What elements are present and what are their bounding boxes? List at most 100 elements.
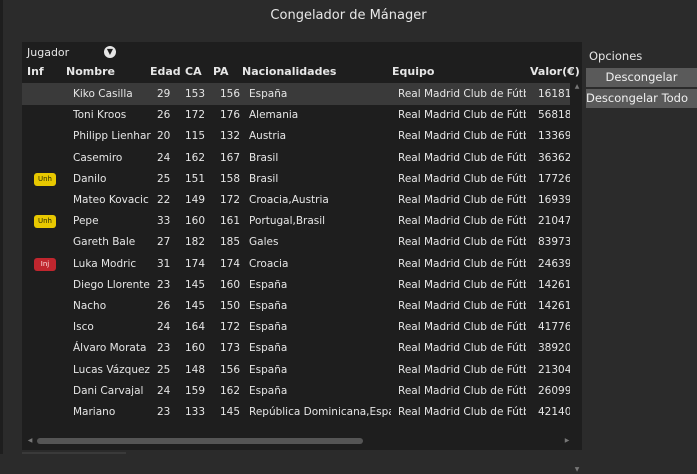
cell-ca: 172 — [185, 109, 206, 122]
column-header-nombre[interactable]: Nombre — [66, 65, 115, 81]
cell-nat: España — [249, 278, 288, 291]
cell-ca: 159 — [185, 384, 206, 397]
cell-name: Casemiro — [73, 151, 123, 164]
cell-age: 23 — [157, 278, 171, 291]
cell-nat: Alemania — [249, 109, 299, 122]
cell-age: 29 — [157, 88, 171, 100]
cell-ca: 145 — [185, 300, 206, 312]
table-row[interactable]: Philipp Lienhart 20 115 132 Austria Real Madr… — [22, 125, 570, 147]
cell-age: 24 — [157, 151, 171, 164]
cell-team: Real Madrid Club de Fútbol — [398, 257, 526, 270]
table-row[interactable]: Mateo Kovacic 22 149 172 Croacia,Austria Real… — [22, 189, 570, 211]
scroll-left-icon[interactable]: ◀ — [25, 436, 35, 446]
table-row[interactable]: Casemiro 24 162 167 Brasil Real Madrid Club d… — [22, 147, 570, 169]
table-row[interactable]: Inj Luka Modric 31 174 174 Croacia Real Madrid… — [22, 253, 570, 275]
cell-age: 31 — [157, 257, 171, 270]
options-title: Opciones — [589, 49, 643, 63]
cell-pa: 161 — [220, 215, 241, 228]
table-row[interactable]: Kiko Casilla 29 153 156 España Real Madrid Cl… — [22, 83, 570, 105]
column-header-equipo[interactable]: Equipo — [392, 65, 434, 81]
column-header-inf[interactable]: Inf — [27, 65, 44, 81]
cell-value: 161818 — [538, 88, 570, 100]
cell-pa: 176 — [220, 109, 241, 122]
cell-name: Lucas Vázquez — [73, 363, 150, 376]
player-grid: Jugador ▼ Inf Nombre Edad CA PA Nacional… — [22, 42, 582, 473]
column-header-ca[interactable]: CA — [185, 65, 202, 81]
cell-pa: 145 — [220, 406, 241, 418]
table-row[interactable]: Isco 24 164 172 España Real Madrid Club de Fú… — [22, 316, 570, 338]
cell-name: Dani Carvajal — [73, 384, 144, 397]
scroll-right-icon[interactable]: ▶ — [562, 436, 572, 446]
cell-ca: 151 — [185, 172, 206, 185]
cell-nat: Gales — [249, 236, 279, 249]
cell-nat: España — [249, 384, 288, 397]
cell-age: 24 — [157, 321, 171, 334]
unfreeze-all-button[interactable]: Descongelar Todo — [586, 89, 697, 108]
table-row[interactable]: Álvaro Morata 23 160 173 España Real Madrid C… — [22, 337, 570, 359]
vertical-scrollbar[interactable]: ▲ ▼ — [572, 83, 582, 473]
cell-team: Real Madrid Club de Fútbol — [398, 384, 526, 397]
unfreeze-button[interactable]: Descongelar — [586, 68, 697, 87]
cell-value: 363626 — [538, 151, 570, 164]
cell-team: Real Madrid Club de Fútbol — [398, 300, 526, 312]
table-row[interactable]: Unh Danilo 25 151 158 Brasil Real Madrid Club … — [22, 168, 570, 190]
injury-badge: Inj — [34, 257, 56, 271]
cell-nat: España — [249, 300, 288, 312]
cell-age: 22 — [157, 194, 171, 206]
cell-value: 260991 — [538, 384, 570, 397]
cell-age: 24 — [157, 384, 171, 397]
cell-age: 23 — [157, 342, 171, 355]
chevron-down-icon[interactable]: ▼ — [104, 46, 116, 58]
table-row[interactable]: Mariano 23 133 145 República Dominicana,Espa… — [22, 401, 570, 423]
cell-name: Kiko Casilla — [73, 88, 133, 100]
cell-age: 25 — [157, 172, 171, 185]
cell-team: Real Madrid Club de Fútbol — [398, 406, 526, 418]
cell-ca: 160 — [185, 215, 206, 228]
column-header-valor[interactable]: Valor(€) — [530, 65, 580, 81]
cell-age: 20 — [157, 130, 171, 143]
scroll-down-icon[interactable]: ▼ — [572, 466, 582, 474]
player-rows: Kiko Casilla 29 153 156 España Real Madrid Cl… — [22, 83, 570, 432]
cell-nat: Austria — [249, 130, 287, 143]
column-header-edad[interactable]: Edad — [150, 65, 181, 81]
cell-nat: España — [249, 363, 288, 376]
cell-pa: 156 — [220, 363, 241, 376]
table-row[interactable]: Gareth Bale 27 182 185 Gales Real Madrid Club… — [22, 231, 570, 253]
cell-name: Isco — [73, 321, 94, 334]
cell-nat: Brasil — [249, 151, 279, 164]
table-row[interactable]: Unh Pepe 33 160 161 Portugal,Brasil Real Madri… — [22, 210, 570, 232]
cell-pa: 162 — [220, 384, 241, 397]
unhappy-badge: Unh — [34, 215, 56, 229]
scroll-up-icon[interactable]: ▲ — [572, 83, 582, 91]
cell-age: 23 — [157, 406, 171, 418]
cell-ca: 174 — [185, 257, 206, 270]
column-header-nacionalidades[interactable]: Nacionalidades — [242, 65, 336, 81]
table-row[interactable]: Dani Carvajal 24 159 162 España Real Madrid C… — [22, 380, 570, 402]
cell-nat: España — [249, 88, 288, 100]
cell-value: 177263 — [538, 172, 570, 185]
cell-pa: 156 — [220, 88, 241, 100]
cell-nat: Croacia,Austria — [249, 194, 329, 206]
column-header-pa[interactable]: PA — [213, 65, 229, 81]
cell-value: 839731 — [538, 236, 570, 249]
cell-ca: 133 — [185, 406, 206, 418]
cell-team: Real Madrid Club de Fútbol — [398, 172, 526, 185]
unhappy-badge: Unh — [34, 172, 56, 186]
table-row[interactable]: Nacho 26 145 150 España Real Madrid Club de F… — [22, 295, 570, 317]
horizontal-scrollbar[interactable]: ◀ ▶ — [22, 434, 582, 448]
table-row[interactable]: Toni Kroos 26 172 176 Alemania Real Madrid Cl… — [22, 104, 570, 126]
cell-nat: España — [249, 321, 288, 334]
cell-ca: 145 — [185, 278, 206, 291]
cell-age: 27 — [157, 236, 171, 249]
cell-nat: España — [249, 342, 288, 355]
horizontal-scroll-thumb[interactable] — [37, 438, 363, 444]
cell-value: 142611 — [538, 278, 570, 291]
cell-pa: 174 — [220, 257, 241, 270]
table-row[interactable]: Lucas Vázquez 25 148 156 España Real Madrid C… — [22, 359, 570, 381]
cell-ca: 153 — [185, 88, 206, 100]
cell-name: Mateo Kovacic — [73, 194, 149, 206]
table-row[interactable]: Diego Llorente 23 145 160 España Real Madrid … — [22, 274, 570, 296]
window-left-edge — [0, 0, 3, 454]
cell-pa: 172 — [220, 194, 241, 206]
cell-ca: 160 — [185, 342, 206, 355]
